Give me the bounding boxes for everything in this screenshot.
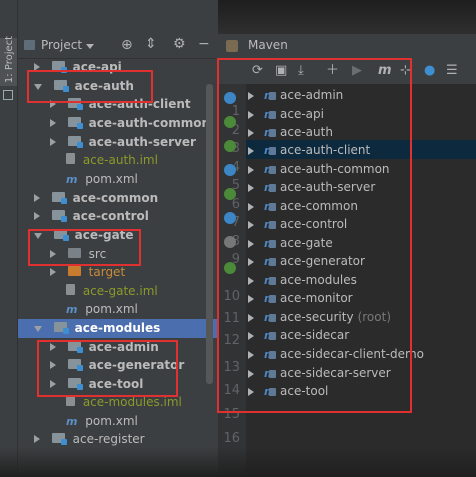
tree-item-label: ace-auth.iml [82, 153, 158, 167]
tree-item-label: pom.xml [85, 414, 138, 428]
annotation-box-maven-projects [217, 58, 412, 413]
tree-item-label: ace-auth-common [88, 116, 211, 130]
maven-tool-icon [226, 40, 238, 52]
skip-tests-icon[interactable]: ● [424, 61, 435, 81]
tree-item-ace-common[interactable]: ace-common [34, 189, 158, 207]
excluded-folder-icon [67, 266, 81, 276]
maven-panel-header: Maven [218, 34, 476, 58]
show-dependencies-icon[interactable]: ☰ [446, 61, 458, 81]
tree-item-label: target [88, 265, 126, 279]
expand-arrow-icon[interactable] [34, 435, 40, 443]
annotation-box-ace-modules-children [37, 340, 178, 397]
tree-item-label: ace-auth-server [88, 135, 196, 149]
maven-file-icon: m [66, 303, 78, 316]
project-view-title[interactable]: Project [41, 38, 82, 52]
bottom-blurred-area [0, 447, 476, 477]
tree-item-label: pom.xml [85, 172, 138, 186]
locate-icon[interactable]: ⊕ [121, 37, 133, 53]
tree-item-label: ace-gate.iml [82, 284, 158, 298]
iml-file-icon [66, 284, 75, 295]
chevron-down-icon[interactable] [86, 44, 94, 49]
tree-item-ace-auth-common[interactable]: ace-auth-common [50, 114, 210, 132]
gear-icon[interactable]: ⚙ [173, 36, 186, 52]
tree-item-ace-control[interactable]: ace-control [34, 207, 149, 225]
expand-arrow-icon[interactable] [34, 212, 40, 220]
module-folder-icon [67, 117, 83, 129]
tree-item-pom-xml[interactable]: m pom.xml [66, 170, 138, 188]
iml-file-icon [66, 153, 75, 164]
tree-item-ace-auth-iml[interactable]: ace-auth.iml [66, 151, 158, 169]
module-folder-icon [51, 192, 67, 204]
maven-panel-title: Maven [248, 38, 288, 52]
expand-arrow-icon[interactable] [34, 194, 40, 202]
collapse-arrow-icon[interactable] [34, 326, 42, 332]
module-folder-icon [51, 433, 67, 445]
tree-item-label: ace-control [72, 209, 149, 223]
tree-item-label: ace-common [72, 191, 159, 205]
tree-item-label: pom.xml [85, 302, 138, 316]
tree-item-ace-register[interactable]: ace-register [34, 430, 145, 448]
tree-item-ace-modules[interactable]: ace-modules [34, 319, 160, 337]
annotation-box-ace-auth [27, 70, 153, 103]
line-number: 16 [223, 431, 240, 446]
module-folder-icon [67, 136, 83, 148]
tree-item-ace-gate-iml[interactable]: ace-gate.iml [66, 282, 158, 300]
tree-item-label: ace-modules [74, 321, 161, 335]
annotation-box-ace-gate [28, 229, 141, 266]
maven-file-icon: m [66, 415, 78, 428]
project-scrollbar[interactable] [206, 84, 213, 384]
hide-icon[interactable]: − [198, 36, 210, 52]
tree-item-pom-xml[interactable]: m pom.xml [66, 300, 138, 318]
structure-icon[interactable] [3, 90, 13, 100]
project-panel-header: Project ⊕ ⇕ ⚙ − [18, 34, 218, 59]
expand-arrow-icon[interactable] [50, 119, 56, 127]
collapse-all-icon[interactable]: ⇕ [145, 36, 157, 52]
tree-item-label: ace-register [72, 432, 145, 446]
module-folder-icon [51, 210, 67, 222]
project-tool-tab-label: 1: Project [4, 35, 16, 84]
module-folder-icon [53, 322, 69, 334]
tree-item-pom-xml[interactable]: m pom.xml [66, 412, 138, 430]
tree-item-ace-auth-server[interactable]: ace-auth-server [50, 133, 196, 151]
expand-arrow-icon[interactable] [50, 268, 56, 276]
maven-file-icon: m [66, 173, 78, 186]
tree-item-label: ace-modules.iml [82, 395, 182, 409]
project-view-icon [24, 40, 35, 50]
expand-arrow-icon[interactable] [50, 138, 56, 146]
